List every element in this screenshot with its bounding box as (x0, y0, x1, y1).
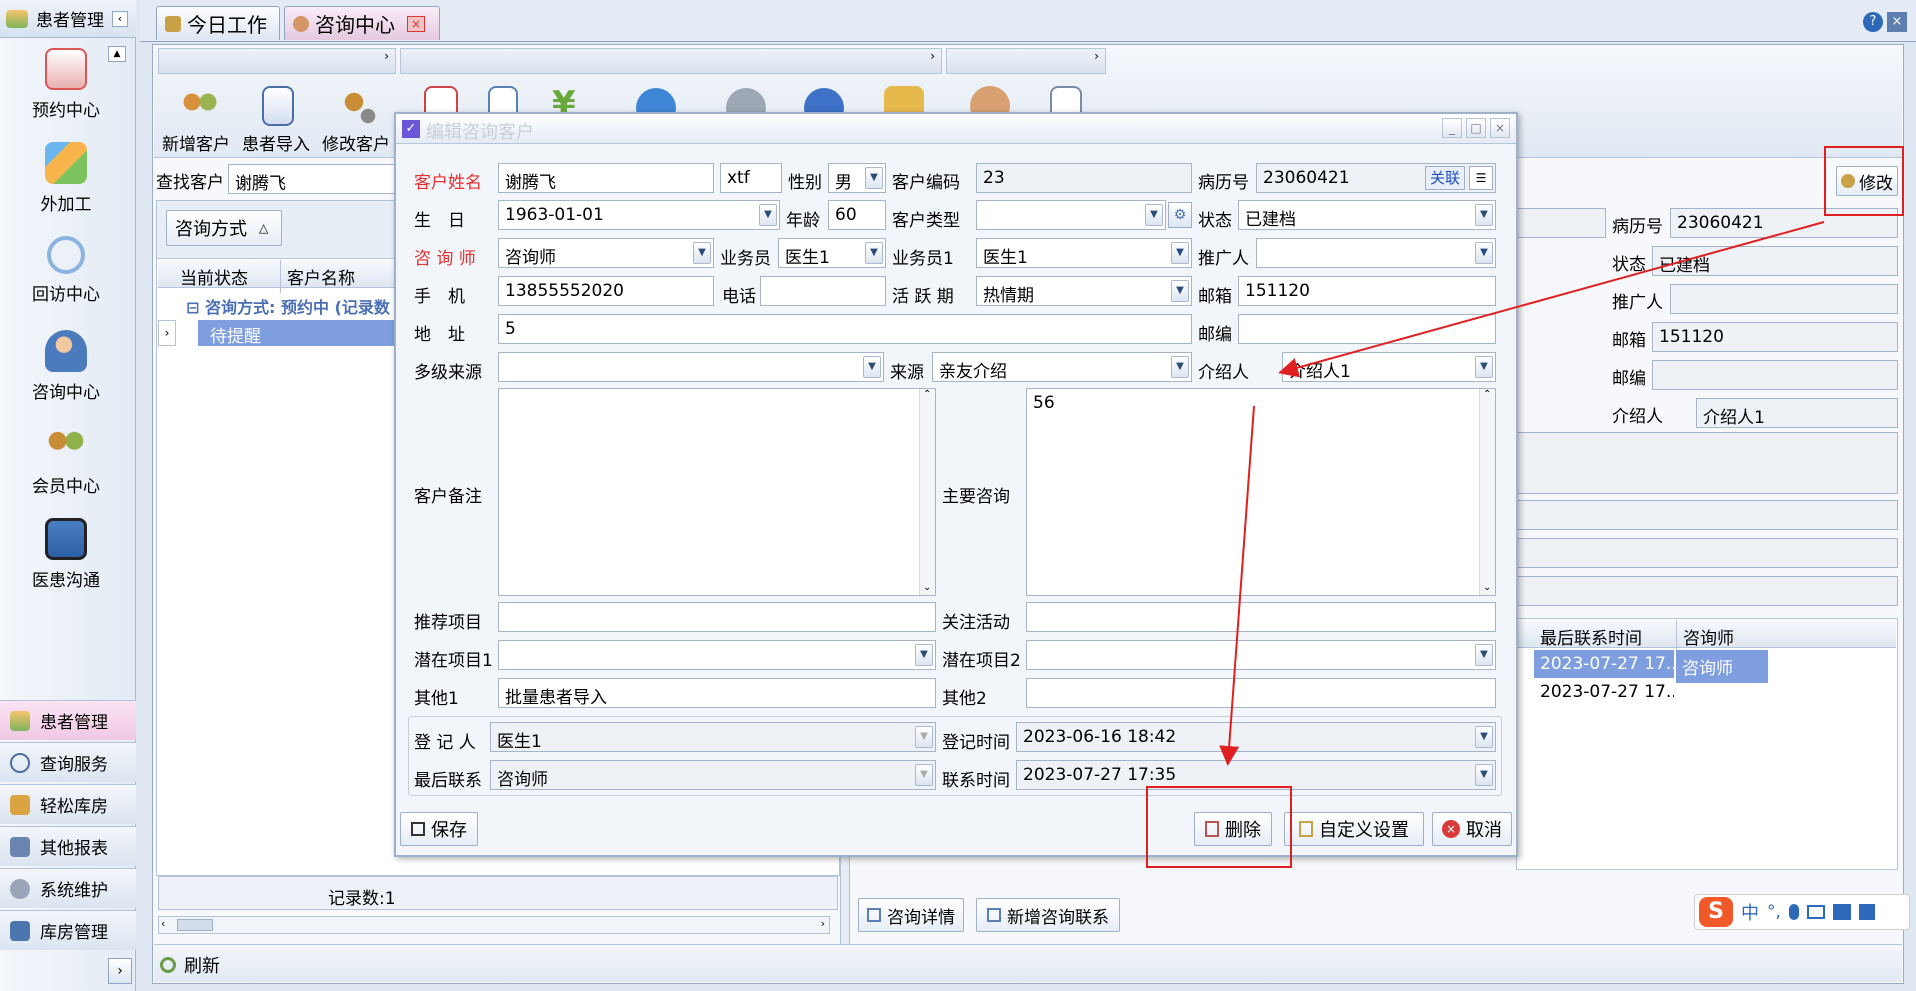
annotation-arrow-2 (1219, 405, 1255, 766)
annotation-arrow-1 (1278, 221, 1825, 378)
annotation-arrows (1219, 221, 1825, 766)
